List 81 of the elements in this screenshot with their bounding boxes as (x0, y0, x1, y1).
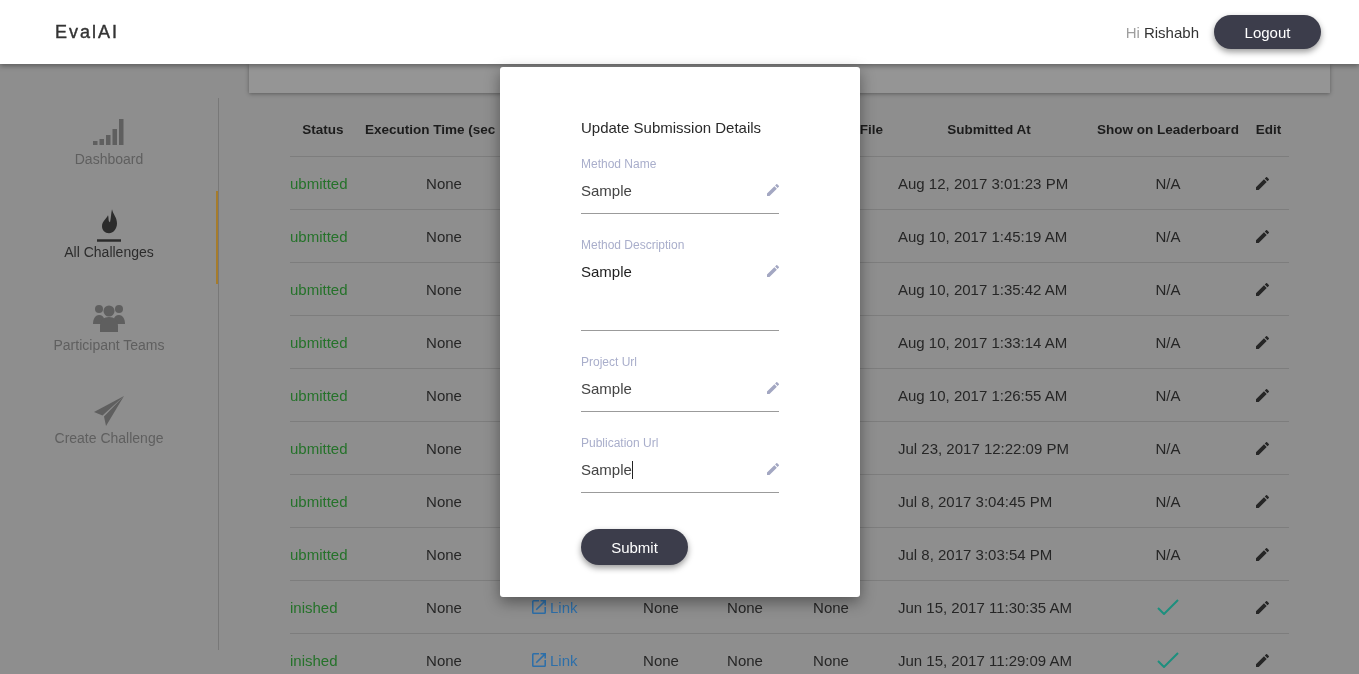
column-header: File (859, 122, 883, 137)
table-cell: N/A (1155, 492, 1181, 510)
table-cell: None (813, 598, 849, 616)
submit-button[interactable]: Submit (581, 529, 688, 565)
status-text: inished (290, 651, 338, 669)
pencil-icon[interactable] (1256, 282, 1269, 296)
table-cell: None (426, 439, 462, 457)
text-field[interactable]: Project Url Sample (581, 355, 779, 412)
logout-button[interactable]: Logout (1214, 15, 1321, 49)
status-text: ubmitted (290, 174, 348, 192)
table-cell: None (813, 651, 849, 669)
table-cell: Jul 8, 2017 3:03:54 PM (898, 545, 1053, 563)
flame-icon (97, 208, 121, 242)
table-cell: N/A (1155, 545, 1181, 563)
column-header: Edit (1255, 122, 1282, 137)
table-cell: Jul 23, 2017 12:22:09 PM (898, 439, 1069, 457)
pencil-icon[interactable] (1256, 547, 1269, 561)
pencil-icon[interactable] (1256, 653, 1269, 667)
table-cell: None (426, 333, 462, 351)
table-cell: None (426, 227, 462, 245)
pencil-icon (767, 463, 779, 475)
table-cell: Aug 10, 2017 1:26:55 AM (898, 386, 1068, 404)
table-cell: N/A (1155, 280, 1181, 298)
sidebar-item[interactable]: All Challenges (0, 191, 218, 284)
table-cell: None (426, 386, 462, 404)
status-text: ubmitted (290, 280, 348, 298)
status-text: ubmitted (290, 439, 348, 457)
greeting-text: Hi (1125, 23, 1140, 41)
table-cell: N/A (1155, 439, 1181, 457)
pencil-icon (767, 184, 779, 196)
column-header: Submitted At (947, 122, 1031, 137)
table-cell: Jul 8, 2017 3:04:45 PM (898, 492, 1053, 510)
table-cell: Jun 15, 2017 11:29:09 AM (898, 651, 1073, 669)
table-cell: None (643, 651, 679, 669)
column-header: Show on Leaderboard (1097, 122, 1239, 137)
status-text: ubmitted (290, 545, 348, 563)
table-cell: None (426, 651, 462, 669)
pencil-icon (767, 265, 779, 277)
text-field[interactable]: Method Name Sample (581, 157, 779, 214)
status-text: ubmitted (290, 386, 348, 404)
table-cell: Aug 12, 2017 3:01:23 PM (898, 174, 1069, 192)
text-area-field[interactable]: Method Description Sample (581, 238, 779, 331)
table-cell: None (426, 545, 462, 563)
pencil-icon[interactable] (1256, 441, 1269, 455)
paper-plane-icon (94, 396, 124, 426)
table-cell: None (727, 598, 763, 616)
users-icon (93, 304, 125, 332)
status-text: inished (290, 598, 338, 616)
table-cell: N/A (1155, 333, 1181, 351)
status-text: ubmitted (290, 227, 348, 245)
table-cell: None (426, 598, 462, 616)
bar-chart-icon (93, 119, 125, 145)
pencil-icon[interactable] (1256, 388, 1269, 402)
user-name: Rishabh (1143, 23, 1199, 41)
pencil-icon[interactable] (1256, 494, 1269, 508)
pencil-icon[interactable] (1256, 335, 1269, 349)
status-text: ubmitted (290, 333, 348, 351)
table-cell: Aug 10, 2017 1:35:42 AM (898, 280, 1068, 298)
pencil-icon[interactable] (1256, 600, 1269, 614)
table-cell: None (426, 174, 462, 192)
pencil-icon (767, 382, 779, 394)
table-cell: N/A (1155, 386, 1181, 404)
status-text: ubmitted (290, 492, 348, 510)
text-field[interactable]: Publication Url Sample (581, 436, 779, 493)
pencil-icon[interactable] (1256, 229, 1269, 243)
table-cell: N/A (1155, 174, 1181, 192)
table-cell: None (426, 280, 462, 298)
column-header: Execution Time (sec (365, 122, 496, 137)
table-cell: None (643, 598, 679, 616)
table-cell: Aug 10, 2017 1:45:19 AM (898, 227, 1068, 245)
column-header: Status (302, 122, 344, 137)
logo[interactable]: EvalAI (55, 21, 120, 43)
table-cell: N/A (1155, 227, 1181, 245)
external-link-icon (532, 653, 546, 667)
table-cell: Jun 15, 2017 11:30:35 AM (898, 598, 1073, 616)
table-cell: None (727, 651, 763, 669)
modal-title: Update Submission Details (581, 119, 763, 137)
table-cell: None (426, 492, 462, 510)
external-link-icon (532, 600, 546, 614)
pencil-icon[interactable] (1256, 176, 1269, 190)
table-cell: Aug 10, 2017 1:33:14 AM (898, 333, 1068, 351)
